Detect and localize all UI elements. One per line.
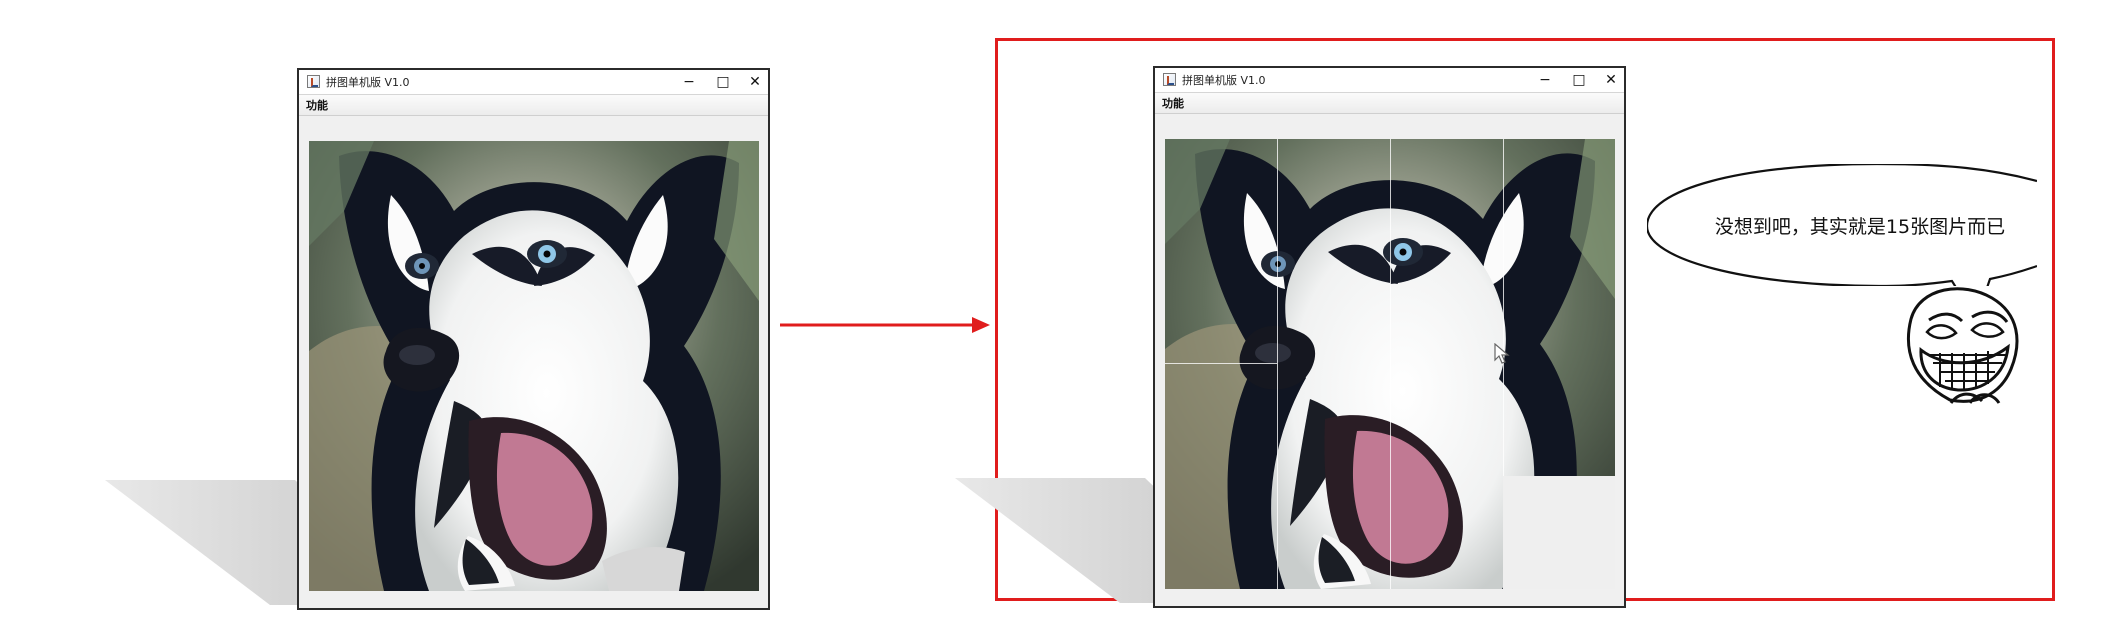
- maximize-button[interactable]: □: [706, 70, 740, 94]
- puzzle-grid-line-vertical-3: [1503, 139, 1504, 476]
- maximize-button[interactable]: □: [1562, 68, 1596, 92]
- menu-bar: 功能: [1155, 93, 1624, 114]
- window-title: 拼图单机版 V1.0: [1182, 74, 1266, 87]
- empty-puzzle-slot: [1503, 476, 1615, 589]
- trollface-meme-icon: [1895, 285, 2045, 410]
- minimize-button[interactable]: −: [672, 70, 706, 94]
- husky-image: [309, 141, 759, 591]
- menu-function[interactable]: 功能: [1162, 95, 1184, 111]
- speech-bubble-text: 没想到吧，其实就是15张图片而已: [1714, 216, 2006, 238]
- close-button[interactable]: ✕: [1594, 68, 1628, 92]
- minimize-button[interactable]: −: [1528, 68, 1562, 92]
- window-title-bar[interactable]: 拼图单机版 V1.0 − □ ✕: [299, 70, 768, 95]
- window-title-bar[interactable]: 拼图单机版 V1.0 − □ ✕: [1155, 68, 1624, 93]
- puzzle-grid-line-horizontal: [1165, 363, 1277, 364]
- menu-bar: 功能: [299, 95, 768, 116]
- window-title: 拼图单机版 V1.0: [326, 76, 410, 89]
- menu-function[interactable]: 功能: [306, 97, 328, 113]
- puzzle-grid-line-vertical-2: [1390, 139, 1391, 589]
- close-button[interactable]: ✕: [738, 70, 772, 94]
- split-husky-image: [1165, 139, 1615, 589]
- puzzle-grid-line-vertical-1: [1277, 139, 1278, 589]
- original-puzzle-window: 拼图单机版 V1.0 − □ ✕ 功能: [297, 68, 770, 610]
- split-puzzle-window: 拼图单机版 V1.0 − □ ✕ 功能: [1153, 66, 1626, 608]
- puzzle-app-icon: [307, 75, 320, 88]
- right-arrow-icon: [780, 310, 990, 340]
- mouse-cursor-icon: [1493, 342, 1511, 365]
- husky-photo-artwork: [309, 141, 759, 591]
- puzzle-app-icon: [1163, 73, 1176, 86]
